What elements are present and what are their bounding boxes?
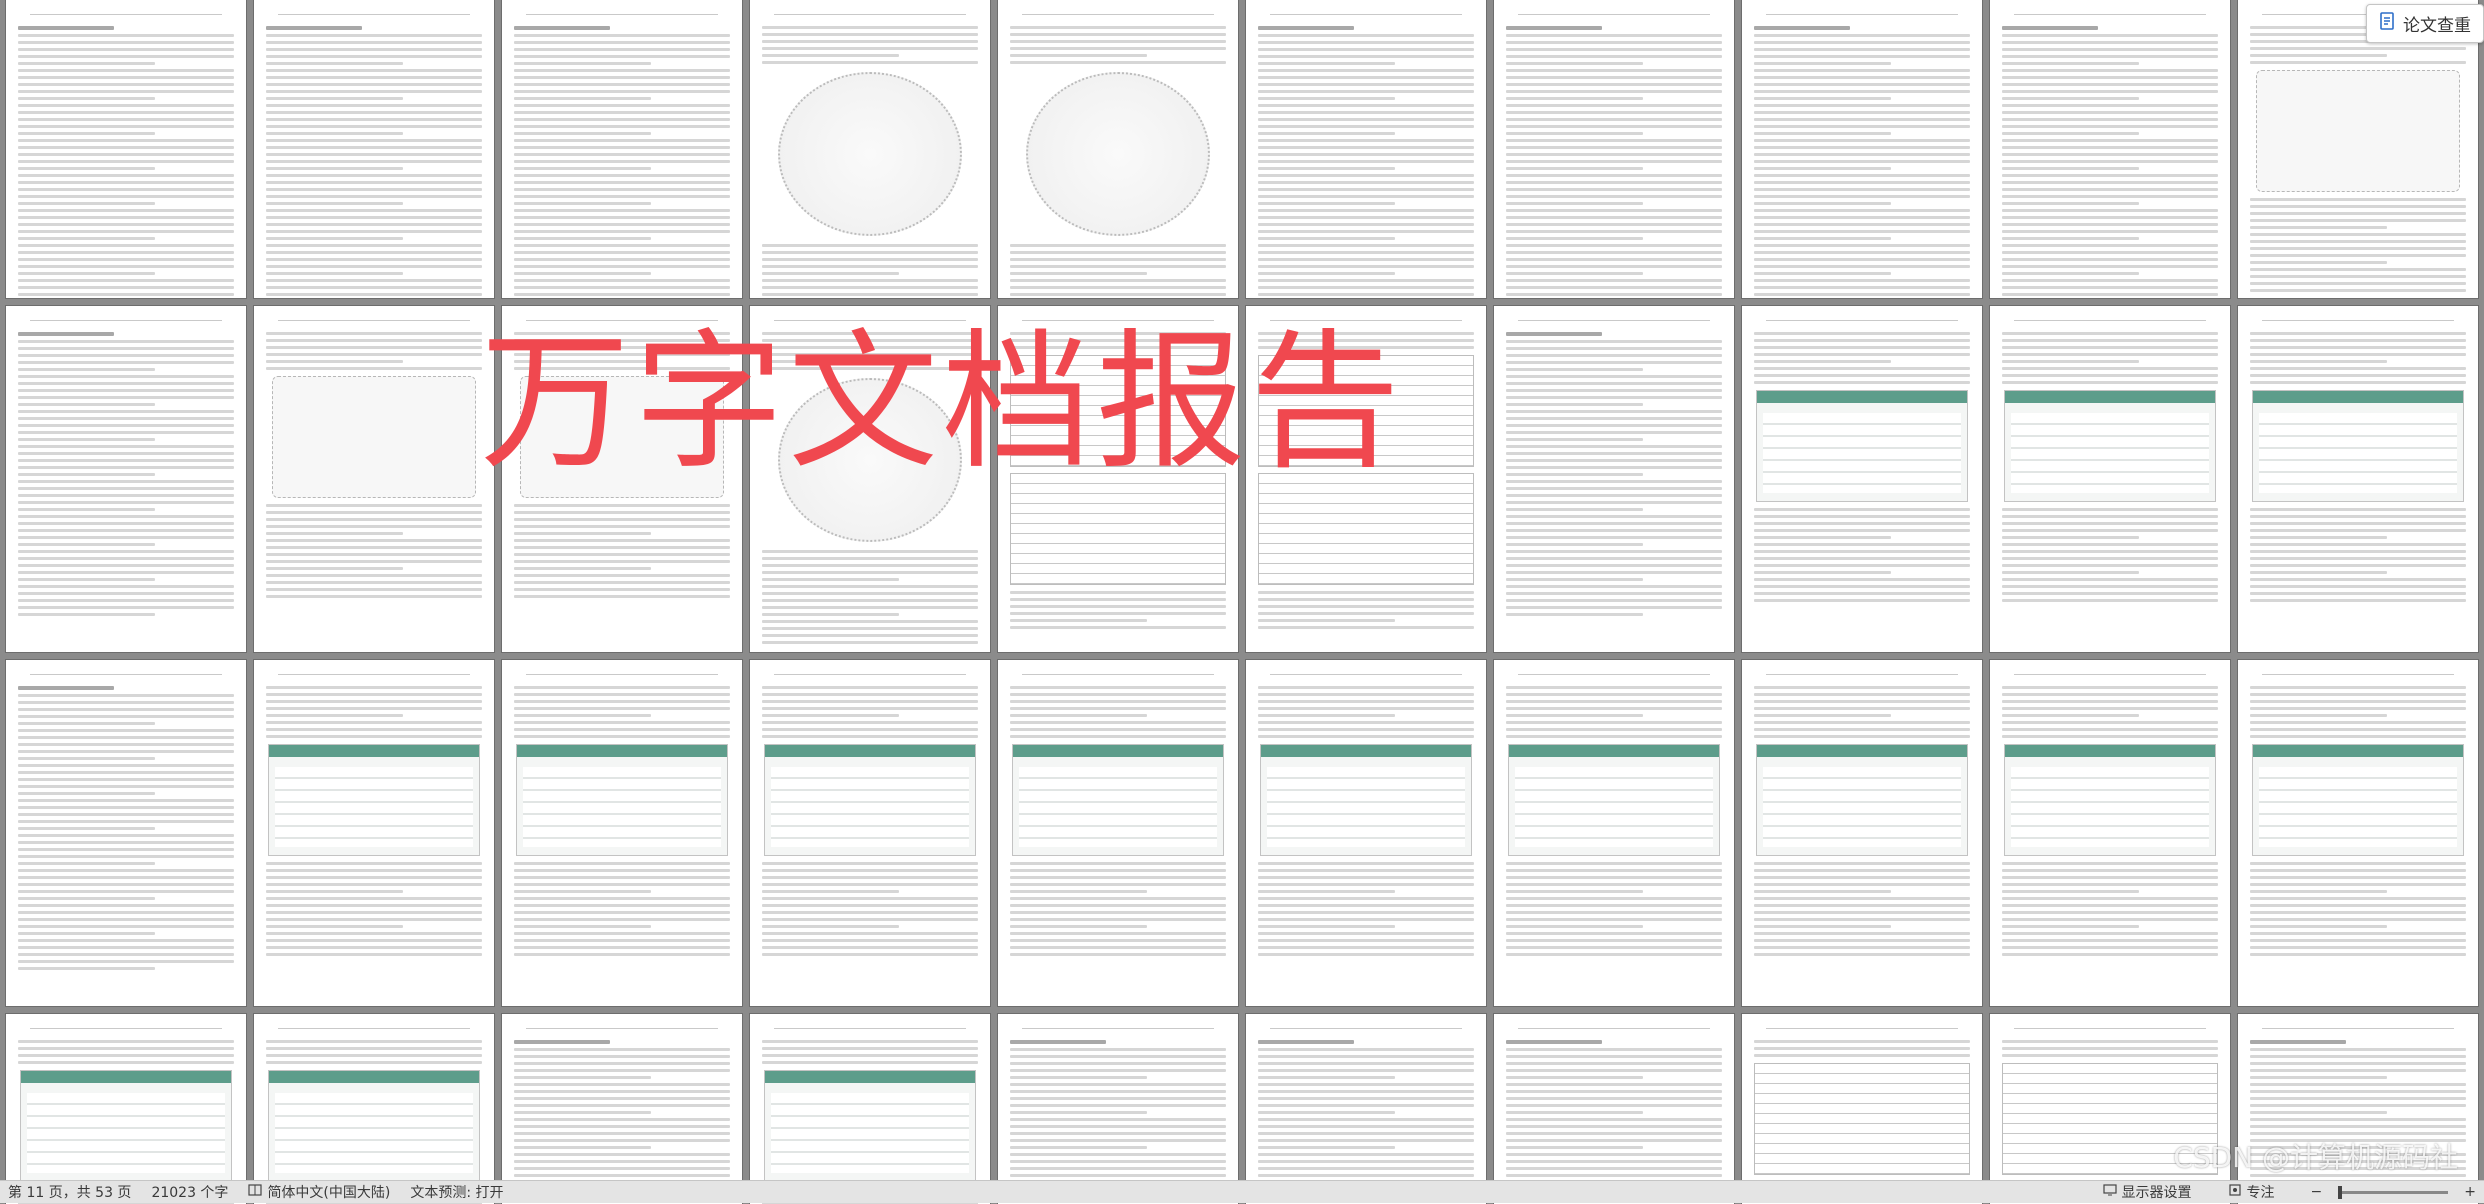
document-page-thumbnail[interactable] bbox=[750, 0, 990, 298]
document-page-thumbnail[interactable] bbox=[6, 0, 246, 298]
document-page-thumbnail[interactable] bbox=[254, 306, 494, 652]
document-check-icon bbox=[2379, 12, 2397, 35]
document-page-thumbnail[interactable] bbox=[1494, 0, 1734, 298]
language-label: 简体中文(中国大陆) bbox=[267, 1185, 391, 1201]
monitor-icon bbox=[2102, 1183, 2117, 1201]
document-page-thumbnail[interactable] bbox=[2238, 0, 2478, 298]
document-page-thumbnail[interactable] bbox=[1742, 0, 1982, 298]
document-page-thumbnail[interactable] bbox=[1742, 306, 1982, 652]
document-page-thumbnail[interactable] bbox=[6, 1014, 246, 1204]
document-page-thumbnail[interactable] bbox=[998, 306, 1238, 652]
zoom-out-button[interactable]: − bbox=[2311, 1184, 2323, 1200]
focus-label: 专注 bbox=[2246, 1185, 2275, 1201]
document-page-thumbnail[interactable] bbox=[998, 0, 1238, 298]
document-page-thumbnail[interactable] bbox=[6, 660, 246, 1006]
document-page-thumbnail[interactable] bbox=[1742, 1014, 1982, 1204]
document-page-thumbnail[interactable] bbox=[2238, 306, 2478, 652]
text-prediction-status[interactable]: 文本预测: 打开 bbox=[410, 1182, 503, 1202]
document-page-thumbnail[interactable] bbox=[6, 306, 246, 652]
document-page-thumbnail[interactable] bbox=[254, 660, 494, 1006]
document-page-thumbnail[interactable] bbox=[750, 306, 990, 652]
zoom-slider[interactable] bbox=[2338, 1185, 2449, 1199]
focus-button[interactable]: 专注 bbox=[2228, 1182, 2275, 1202]
document-page-thumbnail[interactable] bbox=[1742, 660, 1982, 1006]
csdn-watermark: CSDN @计算机源码社 bbox=[2173, 1141, 2458, 1174]
document-page-thumbnail[interactable] bbox=[998, 1014, 1238, 1204]
document-page-thumbnail[interactable] bbox=[502, 306, 742, 652]
document-page-thumbnail[interactable] bbox=[1990, 0, 2230, 298]
document-page-thumbnail[interactable] bbox=[1990, 660, 2230, 1006]
document-page-thumbnail[interactable] bbox=[1494, 306, 1734, 652]
document-page-thumbnail[interactable] bbox=[1246, 306, 1486, 652]
document-page-thumbnail[interactable] bbox=[502, 1014, 742, 1204]
page-thumbnail-grid bbox=[0, 0, 2484, 1204]
proofing-book-icon bbox=[248, 1183, 263, 1201]
document-page-thumbnail[interactable] bbox=[1494, 1014, 1734, 1204]
document-page-thumbnail[interactable] bbox=[1494, 660, 1734, 1006]
word-count[interactable]: 21023 个字 bbox=[151, 1182, 228, 1202]
focus-icon bbox=[2228, 1183, 2242, 1201]
document-page-thumbnail[interactable] bbox=[998, 660, 1238, 1006]
zoom-slider-thumb[interactable] bbox=[2338, 1185, 2343, 1199]
document-page-thumbnail[interactable] bbox=[502, 660, 742, 1006]
document-page-thumbnail[interactable] bbox=[1246, 660, 1486, 1006]
document-page-thumbnail[interactable] bbox=[1246, 1014, 1486, 1204]
document-page-thumbnail[interactable] bbox=[254, 0, 494, 298]
display-settings-button[interactable]: 显示器设置 bbox=[2102, 1182, 2192, 1202]
status-bar: 第 11 页，共 53 页 21023 个字 简体中文(中国大陆) 文本预测: … bbox=[0, 1180, 2484, 1203]
proofing-status[interactable]: 简体中文(中国大陆) bbox=[248, 1182, 390, 1202]
zoom-in-button[interactable]: + bbox=[2464, 1184, 2476, 1200]
plagiarism-check-label: 论文查重 bbox=[2403, 16, 2471, 36]
page-info[interactable]: 第 11 页，共 53 页 bbox=[8, 1182, 131, 1202]
display-settings-label: 显示器设置 bbox=[2121, 1185, 2192, 1201]
document-page-thumbnail[interactable] bbox=[254, 1014, 494, 1204]
plagiarism-check-button[interactable]: 论文查重 bbox=[2366, 4, 2484, 43]
document-page-thumbnail[interactable] bbox=[750, 1014, 990, 1204]
document-page-thumbnail[interactable] bbox=[2238, 660, 2478, 1006]
document-page-thumbnail[interactable] bbox=[750, 660, 990, 1006]
document-page-thumbnail[interactable] bbox=[1246, 0, 1486, 298]
document-page-thumbnail[interactable] bbox=[1990, 306, 2230, 652]
document-page-thumbnail[interactable] bbox=[502, 0, 742, 298]
